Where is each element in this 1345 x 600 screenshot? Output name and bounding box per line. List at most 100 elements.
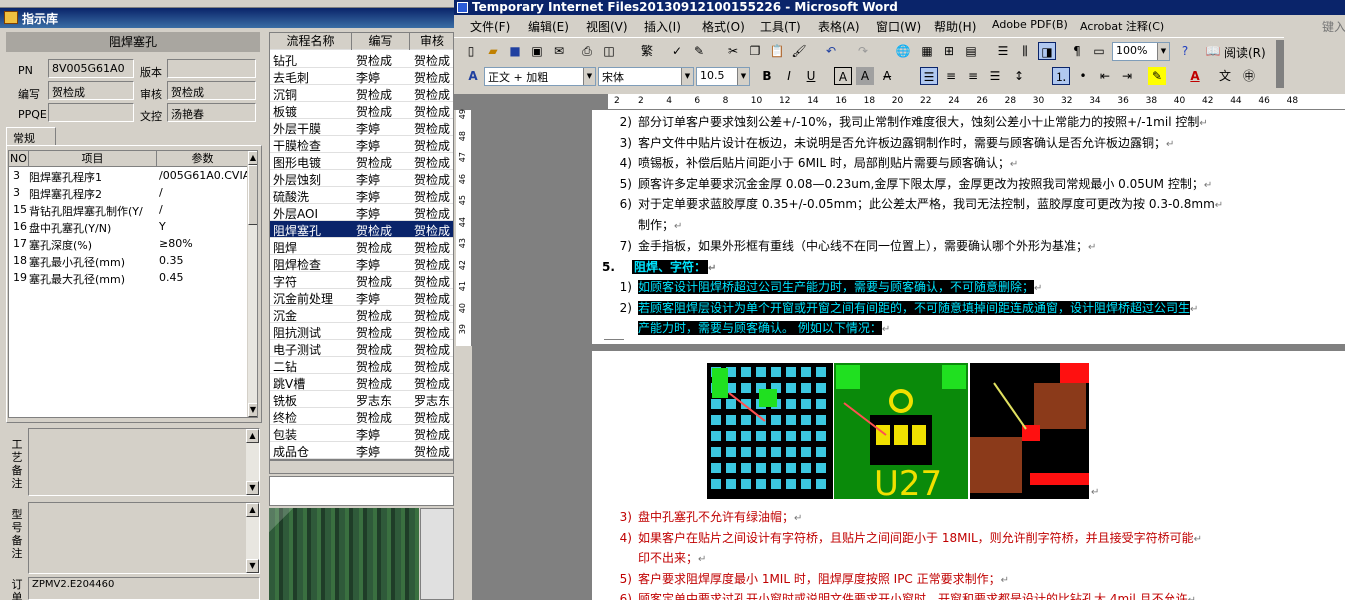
process-header-author[interactable]: 编写 [352,33,410,50]
model-memo-field[interactable]: ▲ ▼ [28,502,260,574]
scroll-down-icon[interactable]: ▼ [246,481,259,495]
process-row[interactable]: 去毛刺 李婷 贺检成 [270,68,453,85]
menu-format[interactable]: 格式(O) [702,18,745,35]
grid-header-item[interactable]: 项目 [29,151,157,167]
section-5-heading[interactable]: 5. 阻焊、字符： ↵ [602,258,716,275]
scroll-up-icon[interactable]: ▲ [246,429,259,443]
paragraph-line[interactable]: 4) 喷锡板，补偿后贴片间距小于 6MIL 时，局部削贴片需要与顾客确认；↵ [608,154,1019,171]
help-search-hint[interactable]: 键入 [1322,18,1345,35]
process-row[interactable]: 板镀 贺检成 贺检成 [270,102,453,119]
print-preview-icon[interactable]: ◫ [600,42,618,60]
bold-icon[interactable]: B [758,67,776,85]
paragraph-line[interactable]: 2) 若顾客阻焊层设计为单个开窗或开窗之间有间距的，不可随意填掉间距连成通窗，设计… [608,299,1198,316]
table-row[interactable]: 17 塞孔深度(%) ≥80% [9,236,249,252]
process-row[interactable]: 包装 李婷 贺检成 [270,425,453,442]
menu-window[interactable]: 窗口(W) [876,18,921,35]
process-header-review[interactable]: 审核 [410,33,453,50]
align-center-icon[interactable]: ≡ [942,67,960,85]
menu-help[interactable]: 帮助(H) [934,18,976,35]
numbering-icon[interactable]: ⒈ [1052,67,1070,85]
menu-file[interactable]: 文件(F) [470,18,510,35]
scroll-up-icon[interactable]: ▲ [248,151,257,165]
table-row[interactable]: 19 塞孔最大孔径(mm) 0.45 [9,270,249,286]
process-row[interactable]: 跳V槽 贺检成 贺检成 [270,374,453,391]
traditional-chinese-icon[interactable]: 繁 [638,42,656,60]
columns-icon[interactable]: ☰ [994,42,1012,60]
word-titlebar[interactable]: Temporary Internet Files2013091210015522… [454,0,1345,15]
menu-insert[interactable]: 插入(I) [644,18,681,35]
character-scale-icon[interactable]: A̶ [878,67,896,85]
process-row[interactable]: 阻焊 贺检成 贺检成 [270,238,453,255]
process-row[interactable]: 阻焊塞孔 贺检成 贺检成 [270,221,453,238]
chevron-down-icon[interactable]: ▼ [681,68,693,85]
process-header-name[interactable]: 流程名称 [270,33,352,50]
menu-edit[interactable]: 编辑(E) [528,18,569,35]
email-icon[interactable]: ✉ [550,42,568,60]
decrease-indent-icon[interactable]: ⇤ [1096,67,1114,85]
insert-excel-icon[interactable]: ▤ [962,42,980,60]
process-row[interactable]: 电子测试 贺检成 贺检成 [270,340,453,357]
author-field[interactable]: 贺检成 [48,81,134,100]
toolbar-overflow[interactable] [1276,40,1284,88]
review-field[interactable]: 贺检成 [167,81,256,100]
process-row[interactable]: 硫酸洗 李婷 贺检成 [270,187,453,204]
insert-table-icon[interactable]: ⊞ [940,42,958,60]
permission-icon[interactable]: ▣ [528,42,546,60]
show-hide-icon[interactable]: ¶ [1068,42,1086,60]
paragraph-line[interactable]: 2) 部分订单客户要求蚀刻公差+/-10%，我司止常制作难度很大，蚀刻公差小十止常… [608,113,1208,130]
table-row[interactable]: 3 阻焊塞孔程序2 / [9,185,249,201]
memo2-scrollbar[interactable]: ▲ ▼ [245,503,259,573]
menu-view[interactable]: 视图(V) [586,18,628,35]
process-row[interactable]: 外层蚀刻 李婷 贺检成 [270,170,453,187]
table-row[interactable]: 16 盘中孔塞孔(Y/N) Y [9,219,249,235]
font-size-combo[interactable]: 10.5 ▼ [696,67,750,86]
zoom-combo[interactable]: 100% ▼ [1112,42,1170,61]
paragraph-line[interactable]: 6) 对于定单要求蓝胶厚度 0.35+/-0.05mm；此公差太严格，我司无法控制… [608,195,1223,212]
table-row[interactable]: 18 塞孔最小孔径(mm) 0.35 [9,253,249,269]
process-row[interactable]: 二钻 贺检成 贺检成 [270,357,453,374]
phonetic-guide-icon[interactable]: 文 [1216,67,1234,85]
character-border-icon[interactable]: A [834,67,852,85]
process-memo-field[interactable]: ▲ ▼ [28,428,260,496]
paragraph-line[interactable]: 5) 顾客许多定单要求沉金金厚 0.08—0.23um,金厚下限太厚，金厚更改为按… [608,175,1213,192]
print-icon[interactable]: ⎙ [578,42,596,60]
vertical-ruler[interactable]: 39 40 41 42 43 44 45 46 47 48 49 [456,109,472,346]
process-row[interactable]: 外层干膜 李婷 贺检成 [270,119,453,136]
process-row[interactable]: 阻焊检查 李婷 贺检成 [270,255,453,272]
control-field[interactable]: 汤艳春 [167,103,256,122]
chevron-down-icon[interactable]: ▼ [583,68,595,85]
research-icon[interactable]: ✎ [690,42,708,60]
table-row[interactable]: 3 阻焊塞孔程序1/005G61A0.CVIA [9,168,249,184]
paragraph-line[interactable]: 5) 客户要求阻焊厚度最小 1MIL 时，阻焊厚度按照 IPC 正常要求制作；↵ [608,570,1009,587]
underline-icon[interactable]: U [802,67,820,85]
save-icon[interactable]: ■ [506,42,524,60]
tab-regular[interactable]: 常规 [6,127,56,145]
reading-layout-icon[interactable]: ▭ [1090,42,1108,60]
scroll-thumb[interactable] [248,165,257,225]
ppqe-field[interactable] [48,103,134,122]
process-hscroll[interactable] [269,460,454,474]
highlight-icon[interactable]: ✎ [1148,67,1166,85]
align-justify-icon[interactable]: ☰ [920,67,938,85]
paragraph-line[interactable]: 6) 顾客定单中要求过孔开小窗时或说明文件要求开小窗时，开窗和要求都是设计的比钻孔… [608,590,1196,600]
scroll-down-icon[interactable]: ▼ [248,403,257,417]
process-row[interactable]: 沉金 贺检成 贺检成 [270,306,453,323]
process-row[interactable]: 外层AOI 李婷 贺检成 [270,204,453,221]
italic-icon[interactable]: I [780,67,798,85]
format-painter-icon[interactable]: 🖌 [790,42,808,60]
spelling-icon[interactable]: ✓ [668,42,686,60]
help-icon[interactable]: ? [1176,42,1194,60]
page-2[interactable]: U27 ↵ 3) 盘中孔塞孔不允许有绿油帽；↵ 4) 如果客户在贴片之间设计有字符桥，… [592,351,1345,600]
tables-borders-icon[interactable]: ▦ [918,42,936,60]
undo-icon[interactable]: ↶ [822,42,840,60]
line-spacing-icon[interactable]: ↕ [1010,67,1028,85]
font-combo[interactable]: 宋体 ▼ [598,67,694,86]
process-row[interactable]: 干膜检查 李婷 贺检成 [270,136,453,153]
paste-icon[interactable]: 📋 [768,42,786,60]
scroll-up-icon[interactable]: ▲ [246,503,259,517]
paragraph-line[interactable]: 3) 客户文件中贴片设计在板边，未说明是否允许板边露铜制作时，需要与顾客确认是否允… [608,134,1175,151]
copy-icon[interactable]: ❐ [746,42,764,60]
styles-pane-icon[interactable]: A [464,67,482,85]
cut-icon[interactable]: ✂ [724,42,742,60]
paragraph-line[interactable]: 产能力时，需要与顾客确认。 例如以下情况：↵ [608,319,890,336]
